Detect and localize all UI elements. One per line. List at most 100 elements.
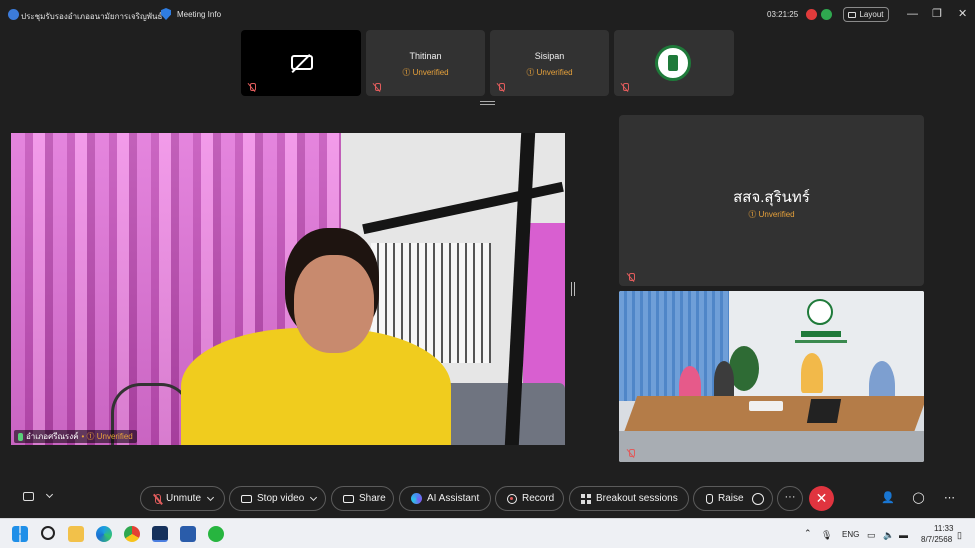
mic-muted-icon <box>627 449 635 458</box>
person <box>801 353 823 393</box>
unverified-badge: ⓵ Unverified <box>526 68 573 77</box>
chrome-browser-icon[interactable] <box>124 526 140 542</box>
close-button[interactable]: ✕ <box>958 8 967 20</box>
breakout-label: Breakout sessions <box>596 493 678 504</box>
title-bar: ประชุมรับรองอำเภออนามัยการเจริญพันธ์ Mee… <box>0 0 975 30</box>
record-icon <box>507 493 517 504</box>
participants-icon: 👤 <box>881 492 895 504</box>
meeting-title: ประชุมรับรองอำเภออนามัยการเจริญพันธ์ <box>21 12 163 21</box>
chevron-down-icon[interactable] <box>45 490 54 499</box>
reactions-icon[interactable] <box>751 492 764 505</box>
stop-video-button[interactable]: Stop video <box>229 486 326 511</box>
layout-button[interactable]: Layout <box>843 7 889 22</box>
minimize-button[interactable]: — <box>907 8 918 20</box>
mic-on-icon <box>18 432 23 441</box>
stop-video-label: Stop video <box>257 493 305 504</box>
share-button[interactable]: Share <box>331 486 394 511</box>
chat-icon <box>23 492 34 501</box>
layout-label: Layout <box>859 10 884 19</box>
edge-browser-icon[interactable] <box>96 526 112 542</box>
participant-thumbnail[interactable]: Thitinan ⓵ Unverified <box>366 30 485 96</box>
mic-muted-icon <box>621 83 629 92</box>
leave-meeting-button[interactable]: ✕ <box>809 486 834 511</box>
chat-view-button[interactable] <box>23 492 36 504</box>
windows-taskbar: ⌃ 🎙 ENG ▭ 🔈 ▬ 11:33 8/7/2568 ▯ <box>0 518 975 548</box>
wall-sign <box>801 331 841 337</box>
main-speaker-video[interactable]: อำเภอศรีณรงค์ • ⓵ Unverified <box>11 133 565 445</box>
mic-muted-icon <box>497 83 505 92</box>
participant-name: Thitinan <box>409 51 442 61</box>
mic-muted-icon <box>627 273 635 282</box>
word-app-icon[interactable] <box>180 526 196 542</box>
clock-time[interactable]: 11:33 <box>934 524 953 533</box>
maximize-button[interactable]: ❐ <box>932 8 942 20</box>
search-icon[interactable] <box>41 526 55 540</box>
mic-off-icon <box>155 493 161 504</box>
department-logo-icon <box>655 45 691 81</box>
layout-icon <box>848 11 857 18</box>
participant-tile[interactable]: สสจ.สุรินทร์ ⓵ Unverified <box>619 115 924 286</box>
participant-thumbnail-video-off[interactable] <box>241 30 361 96</box>
raise-hand-button[interactable]: Raise <box>693 486 773 511</box>
panel-resize-handle[interactable] <box>571 282 575 296</box>
security-indicator-icon <box>821 9 832 20</box>
record-label: Record <box>522 493 555 504</box>
chevron-up-icon[interactable]: ⌃ <box>804 528 812 539</box>
chat-button[interactable]: ◯ <box>912 492 925 504</box>
projector <box>749 401 783 411</box>
more-options-button[interactable]: ··· <box>777 486 803 511</box>
participant-thumbnail-logo[interactable] <box>614 30 734 96</box>
meeting-timer: 03:21:25 <box>767 10 799 19</box>
ellipsis-icon: ⋯ <box>944 492 955 504</box>
unverified-badge: ⓵ Unverified <box>402 68 449 77</box>
camera-icon <box>241 494 252 503</box>
person <box>714 361 734 401</box>
floor <box>619 431 924 462</box>
chat-bubble-icon: ◯ <box>912 492 925 504</box>
chevron-down-icon[interactable] <box>310 493 318 501</box>
share-label: Share <box>359 493 386 504</box>
meeting-info-button[interactable]: Meeting Info <box>177 10 221 19</box>
participant-name: Sisipan <box>534 51 565 61</box>
breakout-sessions-button[interactable]: Breakout sessions <box>569 486 689 511</box>
ai-assistant-icon <box>411 493 422 504</box>
line-app-icon[interactable] <box>208 526 224 542</box>
input-language[interactable]: ENG <box>842 530 859 539</box>
thumbnail-resize-handle[interactable] <box>480 101 495 105</box>
window-blinds <box>619 291 729 401</box>
battery-icon[interactable]: ▬ <box>899 530 908 540</box>
unverified-badge: ⓵ Unverified <box>748 210 795 219</box>
speaker-name-label: อำเภอศรีณรงค์ • ⓵ Unverified <box>14 430 137 443</box>
volume-icon[interactable]: 🔈 <box>883 530 894 541</box>
speaker-name: อำเภอศรีณรงค์ <box>26 432 79 441</box>
participant-thumbnail[interactable]: Sisipan ⓵ Unverified <box>490 30 609 96</box>
participants-button[interactable]: 👤 <box>881 492 895 504</box>
shield-icon[interactable] <box>161 8 171 20</box>
mic-muted-icon <box>373 83 381 92</box>
unverified-badge: • ⓵ Unverified <box>81 432 133 441</box>
participant-video-meeting-room[interactable] <box>619 291 924 462</box>
notifications-icon[interactable]: ▯ <box>957 530 962 541</box>
participant-name: สสจ.สุรินทร์ <box>733 189 810 206</box>
start-button-icon[interactable] <box>12 526 28 542</box>
app-logo-icon <box>8 9 19 20</box>
breakout-sessions-icon <box>581 493 591 504</box>
wall-sign-sub <box>795 340 847 343</box>
webex-app-icon[interactable] <box>152 526 168 542</box>
wall-logo-icon <box>807 299 833 325</box>
mic-muted-tray-icon[interactable]: 🎙 <box>821 530 832 541</box>
unmute-label: Unmute <box>166 493 202 504</box>
file-explorer-icon[interactable] <box>68 526 84 542</box>
record-button[interactable]: Record <box>495 486 564 511</box>
laptop <box>806 399 842 423</box>
chevron-down-icon[interactable] <box>206 493 215 501</box>
more-panel-button[interactable]: ⋯ <box>943 492 956 504</box>
network-icon[interactable]: ▭ <box>867 530 876 541</box>
ai-assistant-button[interactable]: AI Assistant <box>399 486 491 511</box>
raise-hand-icon <box>706 493 713 504</box>
clock-date[interactable]: 8/7/2568 <box>921 535 952 544</box>
mic-muted-icon <box>248 83 256 92</box>
speaker-face <box>294 255 374 353</box>
unmute-button[interactable]: Unmute <box>140 486 225 511</box>
share-screen-icon <box>343 494 354 503</box>
